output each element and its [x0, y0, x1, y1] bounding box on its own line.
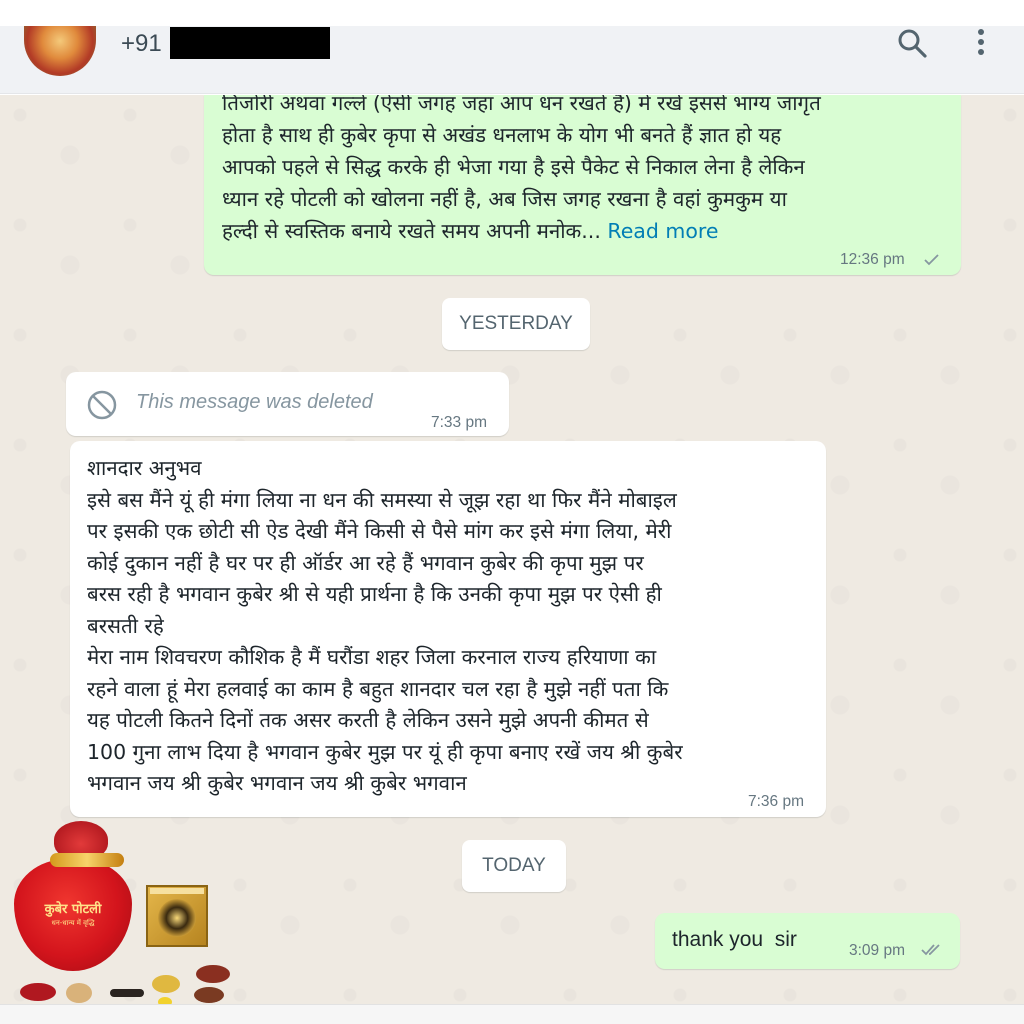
- yantra-plate: [146, 885, 208, 947]
- message-time: 7:36 pm: [748, 793, 805, 810]
- footer-strip: [0, 1004, 1024, 1024]
- item-seeds: [194, 987, 224, 1003]
- message-text: तिजोरी अथवा गल्ले (ऐसी जगह जहा आप धन रखत…: [222, 95, 952, 247]
- message-text: thank you sir: [672, 928, 797, 951]
- deleted-message[interactable]: This message was deleted 7:33 pm: [66, 372, 509, 436]
- message-text: शानदार अनुभव इसे बस मैंने यूं ही मंगा लि…: [87, 456, 683, 795]
- double-check-icon: [921, 944, 940, 956]
- pouch-label: कुबेर पोटली धन-धान्य में वृद्धि: [14, 899, 132, 928]
- deleted-text: This message was deleted: [136, 391, 373, 413]
- kuber-potli-pouch: कुबेर पोटली धन-धान्य में वृद्धि: [14, 859, 132, 971]
- item-shell: [66, 983, 92, 1003]
- message-time: 7:33 pm: [431, 414, 488, 431]
- message-body: तिजोरी अथवा गल्ले (ऐसी जगह जहा आप धन रखत…: [222, 95, 821, 243]
- date-separator-yesterday: YESTERDAY: [442, 298, 590, 350]
- message-time: 3:09 pm: [849, 942, 906, 959]
- item-kalash: [152, 975, 180, 993]
- item-turmeric: [158, 997, 172, 1004]
- search-icon: [898, 29, 927, 58]
- outgoing-message[interactable]: तिजोरी अथवा गल्ले (ऐसी जगह जहा आप धन रखत…: [204, 95, 961, 275]
- date-separator-today: TODAY: [462, 840, 566, 892]
- message-time: 12:36 pm: [840, 251, 905, 268]
- chat-panel: तिजोरी अथवा गल्ले (ऐसी जगह जहा आप धन रखत…: [0, 95, 1024, 1004]
- menu-button[interactable]: [966, 26, 996, 62]
- outgoing-message[interactable]: thank you sir 3:09 pm: [655, 913, 960, 969]
- contact-avatar[interactable]: [24, 26, 96, 76]
- search-button[interactable]: [894, 26, 932, 62]
- blocked-icon: [87, 390, 117, 420]
- pouch-title: कुबेर पोटली: [44, 902, 102, 917]
- read-more-link[interactable]: Read more: [607, 219, 718, 243]
- redacted-phone-number: [170, 27, 330, 59]
- more-vertical-icon: [978, 29, 984, 55]
- item-red-seeds: [20, 983, 56, 1001]
- pouch-subtitle: धन-धान्य में वृद्धि: [51, 919, 95, 927]
- item-herbs: [196, 965, 230, 983]
- product-image: कुबेर पोटली धन-धान्य में वृद्धि: [10, 815, 260, 1004]
- incoming-message[interactable]: शानदार अनुभव इसे बस मैंने यूं ही मंगा लि…: [70, 441, 826, 817]
- contact-phone-prefix[interactable]: +91: [121, 30, 162, 58]
- pouch-tie: [50, 853, 124, 867]
- chat-header: +91: [0, 26, 1024, 94]
- item-root: [110, 989, 144, 997]
- sent-check-icon: [924, 254, 939, 266]
- yantra-emblem: [158, 899, 196, 937]
- yantra-header: [150, 888, 204, 894]
